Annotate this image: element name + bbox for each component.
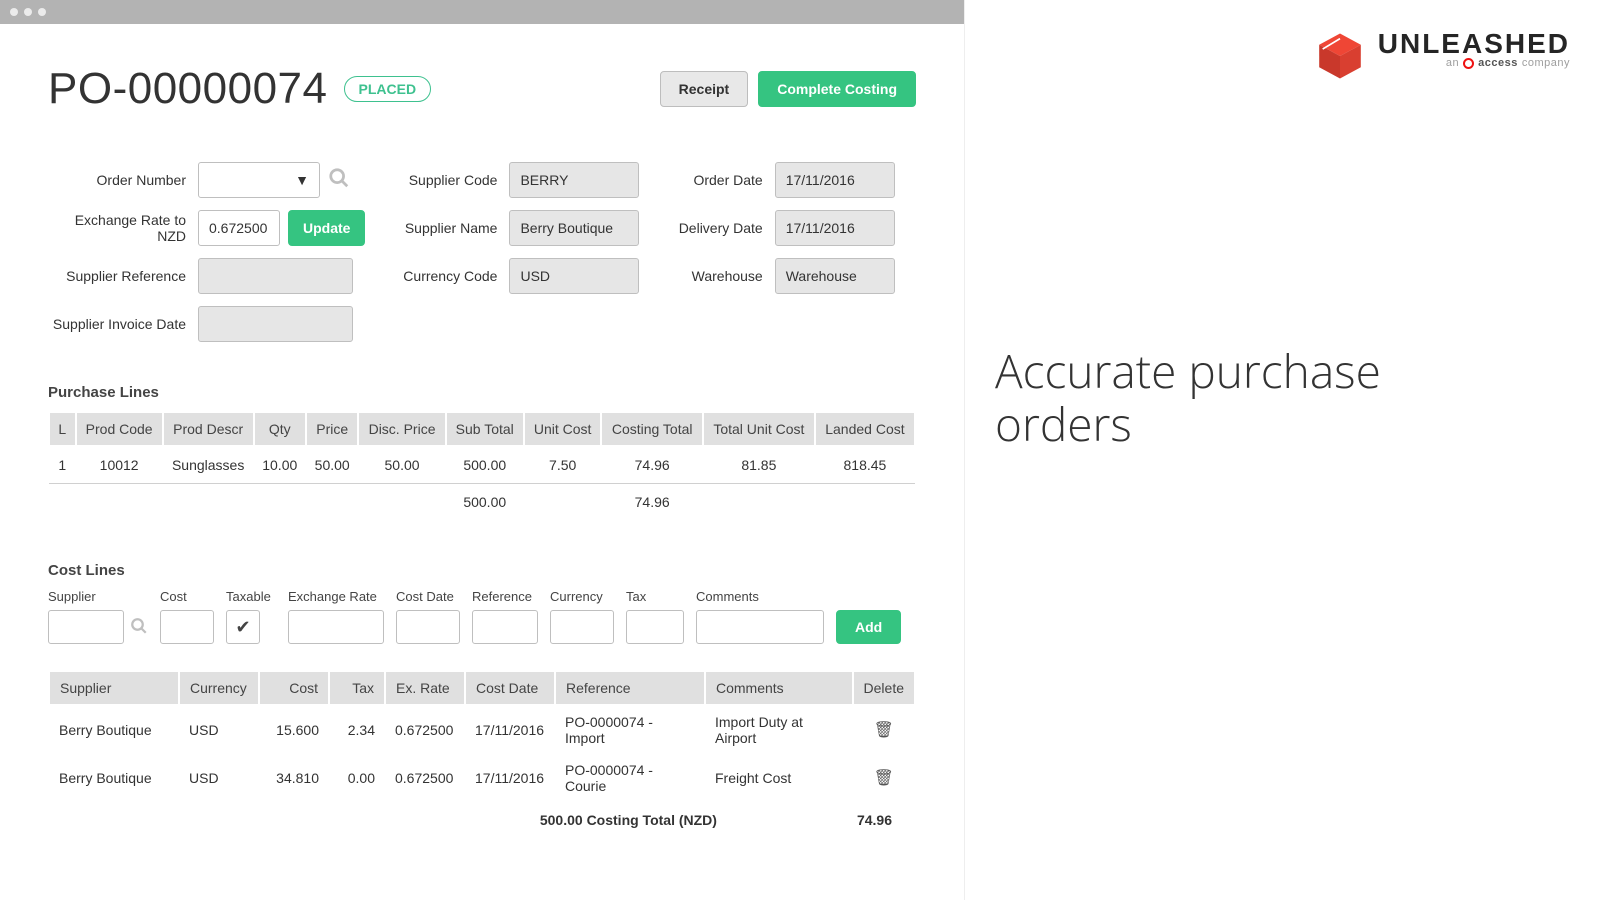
supplier-code-input: BERRY bbox=[509, 162, 639, 198]
col-price: Price bbox=[306, 412, 358, 446]
brand-tagline: an access company bbox=[1378, 58, 1570, 69]
search-icon[interactable] bbox=[130, 617, 148, 638]
exrate-input[interactable] bbox=[288, 610, 384, 644]
costdate-label: Cost Date bbox=[396, 589, 460, 604]
cost-input[interactable] bbox=[160, 610, 214, 644]
col-qty: Qty bbox=[254, 412, 306, 446]
warehouse-label: Warehouse bbox=[675, 268, 775, 284]
col-l: L bbox=[49, 412, 76, 446]
col-unit: Unit Cost bbox=[524, 412, 602, 446]
tax-label: Tax bbox=[626, 589, 684, 604]
warehouse-input: Warehouse bbox=[775, 258, 895, 294]
col-tuc: Total Unit Cost bbox=[703, 412, 815, 446]
delivery-date-input: 17/11/2016 bbox=[775, 210, 895, 246]
cost-lines-form: Supplier Cost Taxable ✔ Exchange Rate bbox=[48, 589, 916, 644]
col-ref: Reference bbox=[555, 671, 705, 705]
col-landed: Landed Cost bbox=[815, 412, 915, 446]
col-descr: Prod Descr bbox=[163, 412, 254, 446]
col-code: Prod Code bbox=[76, 412, 163, 446]
col-disc: Disc. Price bbox=[358, 412, 445, 446]
supplier-label: Supplier bbox=[48, 589, 148, 604]
ring-icon bbox=[1463, 58, 1474, 69]
col-ctotal: Costing Total bbox=[601, 412, 702, 446]
update-button[interactable]: Update bbox=[288, 210, 365, 246]
window-dot bbox=[10, 8, 18, 16]
cost-lines-heading: Cost Lines bbox=[48, 562, 916, 579]
supplier-name-label: Supplier Name bbox=[399, 220, 509, 236]
marketing-panel: UNLEASHED an access company Accurate pur… bbox=[965, 0, 1600, 900]
delete-icon[interactable]: 🗑 bbox=[853, 754, 915, 802]
app-window: PO-00000074 PLACED Receipt Complete Cost… bbox=[0, 0, 965, 900]
cost-lines-table: Supplier Currency Cost Tax Ex. Rate Cost… bbox=[48, 670, 916, 802]
taxable-label: Taxable bbox=[226, 589, 276, 604]
delivery-date-label: Delivery Date bbox=[675, 220, 775, 236]
costdate-input[interactable] bbox=[396, 610, 460, 644]
supplier-name-input: Berry Boutique bbox=[509, 210, 639, 246]
order-number-label: Order Number bbox=[48, 172, 198, 188]
delete-icon[interactable]: 🗑 bbox=[853, 705, 915, 754]
exchange-rate-label: Exchange Rate to NZD bbox=[48, 212, 198, 244]
col-exrate: Ex. Rate bbox=[385, 671, 465, 705]
exrate-label: Exchange Rate bbox=[288, 589, 384, 604]
supplier-reference-input[interactable] bbox=[198, 258, 353, 294]
col-sub: Sub Total bbox=[446, 412, 524, 446]
page-title: PO-00000074 bbox=[48, 64, 328, 114]
brand-name: UNLEASHED bbox=[1378, 30, 1570, 58]
supplier-code-label: Supplier Code bbox=[399, 172, 509, 188]
table-row[interactable]: Berry Boutique USD 15.600 2.34 0.672500 … bbox=[49, 705, 915, 754]
comments-input[interactable] bbox=[696, 610, 824, 644]
supplier-input[interactable] bbox=[48, 610, 124, 644]
taxable-checkbox[interactable]: ✔ bbox=[226, 610, 260, 644]
tax-input[interactable] bbox=[626, 610, 684, 644]
reference-label: Reference bbox=[472, 589, 538, 604]
complete-costing-button[interactable]: Complete Costing bbox=[758, 71, 916, 107]
supplier-invoice-date-input[interactable] bbox=[198, 306, 353, 342]
cube-icon bbox=[1314, 30, 1366, 82]
currency-input[interactable] bbox=[550, 610, 614, 644]
currency-label: Currency bbox=[550, 589, 614, 604]
exchange-rate-input[interactable]: 0.672500 bbox=[198, 210, 280, 246]
promo-headline: Accurate purchaseorders bbox=[995, 345, 1570, 451]
col-currency: Currency bbox=[179, 671, 259, 705]
chevron-down-icon: ▼ bbox=[295, 172, 309, 188]
supplier-reference-label: Supplier Reference bbox=[48, 268, 198, 284]
order-date-input: 17/11/2016 bbox=[775, 162, 895, 198]
order-number-select[interactable]: ▼ bbox=[198, 162, 320, 198]
col-delete: Delete bbox=[853, 671, 915, 705]
status-badge: PLACED bbox=[344, 76, 432, 102]
currency-code-label: Currency Code bbox=[399, 268, 509, 284]
search-icon[interactable] bbox=[328, 167, 350, 194]
totals-row: 500.00 74.96 bbox=[49, 484, 915, 521]
col-supplier: Supplier bbox=[49, 671, 179, 705]
cost-label: Cost bbox=[160, 589, 214, 604]
table-row[interactable]: Berry Boutique USD 34.810 0.00 0.672500 … bbox=[49, 754, 915, 802]
col-cost: Cost bbox=[259, 671, 329, 705]
receipt-button[interactable]: Receipt bbox=[660, 71, 749, 107]
reference-input[interactable] bbox=[472, 610, 538, 644]
col-comm: Comments bbox=[705, 671, 853, 705]
supplier-invoice-date-label: Supplier Invoice Date bbox=[48, 316, 198, 332]
window-dot bbox=[24, 8, 32, 16]
purchase-lines-heading: Purchase Lines bbox=[48, 384, 916, 401]
window-titlebar bbox=[0, 0, 964, 24]
purchase-lines-table: L Prod Code Prod Descr Qty Price Disc. P… bbox=[48, 411, 916, 520]
window-dot bbox=[38, 8, 46, 16]
table-row[interactable]: 1 10012 Sunglasses 10.00 50.00 50.00 500… bbox=[49, 446, 915, 484]
col-cdate: Cost Date bbox=[465, 671, 555, 705]
brand-logo: UNLEASHED an access company bbox=[995, 30, 1570, 82]
order-date-label: Order Date bbox=[675, 172, 775, 188]
footer-total: 500.00 Costing Total (NZD) 74.96 bbox=[48, 802, 916, 828]
comments-label: Comments bbox=[696, 589, 824, 604]
currency-code-input: USD bbox=[509, 258, 639, 294]
add-button[interactable]: Add bbox=[836, 610, 901, 644]
col-tax: Tax bbox=[329, 671, 385, 705]
